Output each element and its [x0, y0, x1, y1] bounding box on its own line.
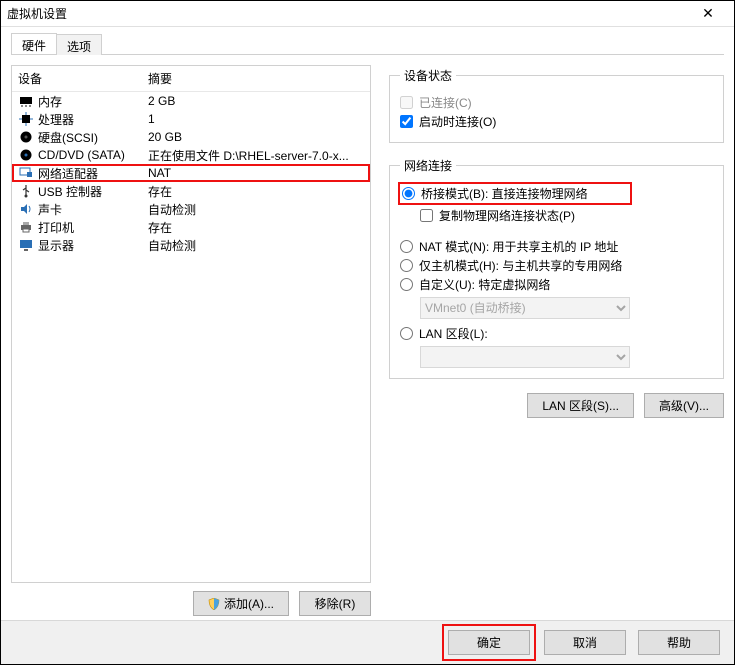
- table-row[interactable]: USB 控制器 存在: [12, 182, 370, 200]
- bridged-label: 桥接模式(B): 直接连接物理网络: [421, 185, 588, 202]
- right-panel: 设备状态 已连接(C) 启动时连接(O) 网络连接 桥接模式(B): 直接连接物…: [389, 65, 724, 616]
- content-area: 硬件 选项 设备 摘要 内存 2 GB: [1, 27, 734, 616]
- connect-on-power-checkbox[interactable]: [400, 115, 413, 128]
- custom-label: 自定义(U): 特定虚拟网络: [419, 276, 550, 293]
- table-row[interactable]: 硬盘(SCSI) 20 GB: [12, 128, 370, 146]
- cpu-icon: [18, 111, 34, 127]
- tab-options[interactable]: 选项: [56, 34, 102, 55]
- ok-highlight: 确定: [446, 628, 532, 657]
- nat-radio[interactable]: [400, 240, 413, 253]
- connect-on-power-label: 启动时连接(O): [419, 113, 496, 130]
- printer-icon: [18, 219, 34, 235]
- table-row[interactable]: 处理器 1: [12, 110, 370, 128]
- col-summary-header: 摘要: [142, 66, 370, 91]
- device-table: 设备 摘要 内存 2 GB 处理器 1: [11, 65, 371, 583]
- lan-segment-label: LAN 区段(L):: [419, 325, 488, 342]
- cancel-button[interactable]: 取消: [544, 630, 626, 655]
- hostonly-label: 仅主机模式(H): 与主机共享的专用网络: [419, 257, 622, 274]
- table-row[interactable]: 声卡 自动检测: [12, 200, 370, 218]
- custom-vmnet-select: VMnet0 (自动桥接): [420, 297, 630, 319]
- table-row[interactable]: 内存 2 GB: [12, 92, 370, 110]
- remove-button[interactable]: 移除(R): [299, 591, 371, 616]
- shield-icon: [208, 598, 220, 610]
- help-button[interactable]: 帮助: [638, 630, 720, 655]
- usb-icon: [18, 183, 34, 199]
- lan-segment-radio[interactable]: [400, 327, 413, 340]
- lan-segment-select: [420, 346, 630, 368]
- harddisk-icon: [18, 129, 34, 145]
- advanced-button[interactable]: 高级(V)...: [644, 393, 724, 418]
- table-row[interactable]: 网络适配器 NAT: [12, 164, 370, 182]
- ok-button[interactable]: 确定: [448, 630, 530, 655]
- memory-icon: [18, 93, 34, 109]
- device-status-group: 设备状态 已连接(C) 启动时连接(O): [389, 67, 724, 143]
- connected-label: 已连接(C): [419, 94, 472, 111]
- network-icon: [18, 165, 34, 181]
- bottom-bar: 确定 取消 帮助: [1, 620, 734, 664]
- network-connection-group: 网络连接 桥接模式(B): 直接连接物理网络 复制物理网络连接状态(P) NAT…: [389, 157, 724, 379]
- tab-strip: 硬件 选项: [11, 33, 724, 55]
- nat-label: NAT 模式(N): 用于共享主机的 IP 地址: [419, 238, 618, 255]
- bridged-radio[interactable]: [402, 187, 415, 200]
- replicate-checkbox[interactable]: [420, 209, 433, 222]
- custom-radio[interactable]: [400, 278, 413, 291]
- table-row[interactable]: CD/DVD (SATA) 正在使用文件 D:\RHEL-server-7.0-…: [12, 146, 370, 164]
- add-button[interactable]: 添加(A)...: [193, 591, 289, 616]
- col-device-header: 设备: [12, 66, 142, 91]
- device-table-header: 设备 摘要: [12, 66, 370, 92]
- table-row[interactable]: 显示器 自动检测: [12, 236, 370, 254]
- lan-segments-button[interactable]: LAN 区段(S)...: [527, 393, 634, 418]
- left-panel: 设备 摘要 内存 2 GB 处理器 1: [11, 65, 371, 616]
- network-connection-legend: 网络连接: [400, 157, 456, 174]
- device-status-legend: 设备状态: [400, 67, 456, 84]
- connected-checkbox: [400, 96, 413, 109]
- close-icon[interactable]: ✕: [688, 5, 728, 22]
- sound-icon: [18, 201, 34, 217]
- replicate-label: 复制物理网络连接状态(P): [439, 207, 575, 224]
- device-table-body: 内存 2 GB 处理器 1 硬盘(SCSI) 20 GB: [12, 92, 370, 582]
- tab-hardware[interactable]: 硬件: [11, 33, 57, 54]
- window-title: 虚拟机设置: [7, 5, 688, 22]
- table-row[interactable]: 打印机 存在: [12, 218, 370, 236]
- hostonly-radio[interactable]: [400, 259, 413, 272]
- display-icon: [18, 237, 34, 253]
- cd-icon: [18, 147, 34, 163]
- titlebar: 虚拟机设置 ✕: [1, 1, 734, 27]
